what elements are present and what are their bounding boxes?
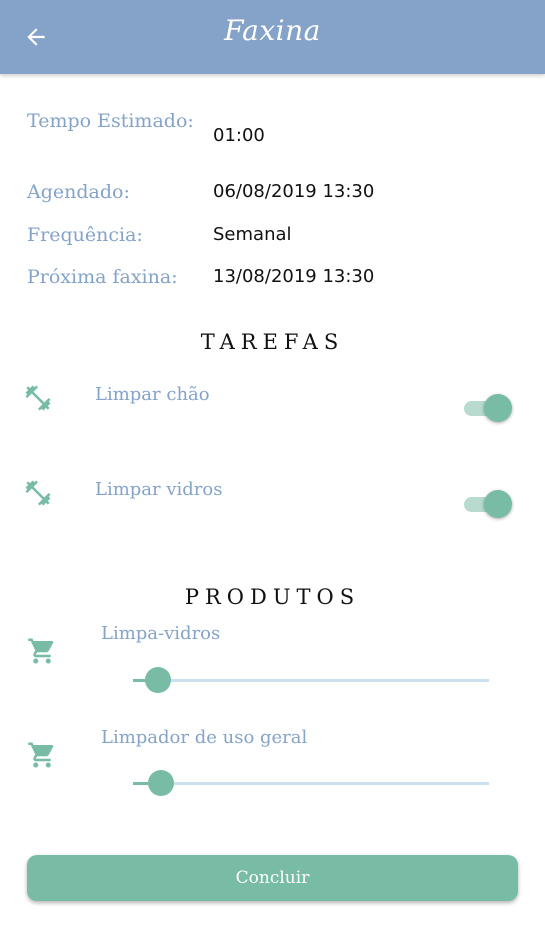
conclude-button[interactable]: Concluir [27,855,518,901]
frequency-value: Semanal [213,224,292,245]
estimated-time-label: Tempo Estimado: [27,110,194,132]
task-label: Limpar vidros [95,479,223,500]
product-quantity-slider[interactable] [133,768,489,798]
task-toggle[interactable] [462,394,514,422]
next-cleaning-value: 13/08/2019 13:30 [213,266,375,287]
estimated-time-value: 01:00 [213,125,265,146]
product-quantity-slider[interactable] [133,665,489,695]
cart-icon [28,742,54,768]
next-cleaning-label: Próxima faxina: [27,266,178,288]
products-section-title: PRODUTOS [184,585,361,609]
dumbbell-icon [25,385,51,411]
slider-track [133,782,489,785]
scheduled-label: Agendado: [27,181,130,203]
app-bar: Faxina [0,0,545,74]
page-title: Faxina [224,14,321,47]
task-label: Limpar chão [95,384,210,405]
product-label: Limpa-vidros [101,623,221,644]
toggle-thumb [484,490,512,518]
slider-thumb[interactable] [148,770,175,796]
slider-thumb[interactable] [144,667,171,693]
frequency-label: Frequência: [27,224,143,246]
tasks-section-title: TAREFAS [200,330,345,354]
slider-track [133,679,489,682]
task-toggle[interactable] [462,490,514,518]
dumbbell-icon [25,480,51,506]
product-label: Limpador de uso geral [101,727,308,748]
toggle-thumb [484,394,512,422]
cart-icon [28,638,54,664]
scheduled-value: 06/08/2019 13:30 [213,181,375,202]
